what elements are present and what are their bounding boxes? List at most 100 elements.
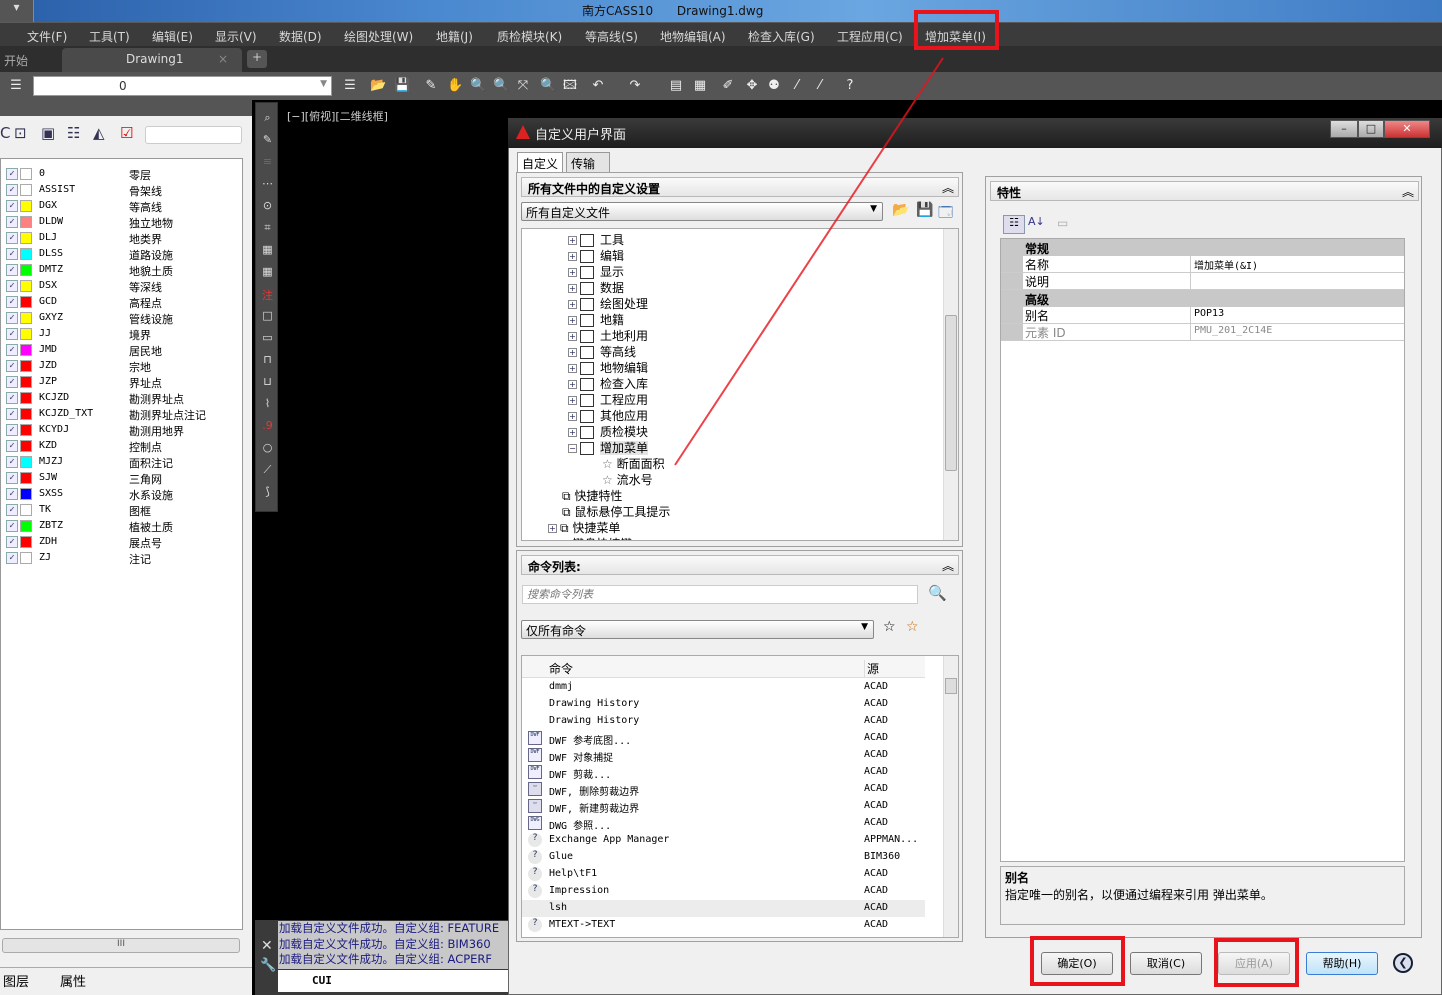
layer-row[interactable]: ✓ ASSIST 骨架线 bbox=[1, 182, 241, 198]
layer-search-input[interactable] bbox=[145, 126, 242, 144]
zoom-icon[interactable]: 🔍 bbox=[470, 78, 486, 94]
layer-row[interactable]: ✓ SXSS 水系设施 bbox=[1, 486, 241, 502]
tree-node[interactable]: + 其他应用 bbox=[568, 407, 648, 423]
tree-node[interactable]: + 绘图处理 bbox=[568, 295, 648, 311]
vertical-tool-icon[interactable]: ⊓ bbox=[259, 353, 276, 370]
vertical-tool-icon[interactable]: ⊔ bbox=[259, 375, 276, 392]
command-row[interactable]: ? MTEXT->TEXT ACAD bbox=[522, 917, 925, 934]
tree-node[interactable]: + 质检模块 bbox=[568, 423, 648, 439]
expand-icon[interactable]: + bbox=[568, 316, 577, 325]
layer-visible-checkbox[interactable]: ✓ bbox=[6, 264, 18, 276]
expand-icon[interactable]: + bbox=[568, 396, 577, 405]
layer-color-swatch[interactable] bbox=[20, 280, 32, 292]
layer-color-swatch[interactable] bbox=[20, 232, 32, 244]
vertical-tool-icon[interactable]: ⌕ bbox=[259, 111, 276, 128]
layer-row[interactable]: ✓ DLDW 独立地物 bbox=[1, 214, 241, 230]
wrench-icon[interactable]: 🔧 bbox=[260, 958, 276, 973]
command-row[interactable]: ? Glue BIM360 bbox=[522, 849, 925, 866]
expand-icon[interactable]: + bbox=[548, 524, 557, 533]
render-icon[interactable]: 🖾 bbox=[562, 78, 578, 94]
layer-row[interactable]: ✓ JJ 境界 bbox=[1, 326, 241, 342]
property-value[interactable]: 增加菜单(&I) bbox=[1194, 257, 1258, 272]
search-icon[interactable]: 🔍 bbox=[928, 584, 947, 602]
collapse-icon[interactable]: ︽ bbox=[1402, 183, 1414, 200]
tab-customize[interactable]: 自定义 bbox=[517, 152, 564, 172]
vertical-tool-icon[interactable]: ⌇ bbox=[259, 397, 276, 414]
layer-visible-checkbox[interactable]: ✓ bbox=[6, 232, 18, 244]
layer-row[interactable]: ✓ JZP 界址点 bbox=[1, 374, 241, 390]
vertical-tool-icon[interactable]: ⟆ bbox=[259, 485, 276, 502]
menu-item[interactable]: 数据(D) bbox=[279, 28, 322, 45]
tab-drawing1[interactable]: Drawing1 bbox=[62, 48, 242, 72]
layer-visible-checkbox[interactable]: ✓ bbox=[6, 520, 18, 532]
layer-visible-checkbox[interactable]: ✓ bbox=[6, 472, 18, 484]
layer-color-swatch[interactable] bbox=[20, 296, 32, 308]
layer-color-swatch[interactable] bbox=[20, 424, 32, 436]
command-row[interactable]: DWG DWG 参照... ACAD bbox=[522, 815, 925, 832]
menu-item[interactable]: 显示(V) bbox=[215, 28, 257, 45]
command-row[interactable]: DWF DWF 剪裁... ACAD bbox=[522, 764, 925, 781]
category-advanced[interactable]: 高级 bbox=[1001, 290, 1404, 307]
layer-row[interactable]: ✓ KZD 控制点 bbox=[1, 438, 241, 454]
quick-access-menu[interactable]: ▾ bbox=[0, 0, 34, 22]
layer-color-swatch[interactable] bbox=[20, 248, 32, 260]
close-button[interactable]: ✕ bbox=[1384, 120, 1430, 138]
layer-color-swatch[interactable] bbox=[20, 392, 32, 404]
layer-row[interactable]: ✓ ZBTZ 植被土质 bbox=[1, 518, 241, 534]
vertical-tool-icon[interactable]: ▭ bbox=[259, 331, 276, 348]
close-tab-icon[interactable]: × bbox=[218, 52, 228, 66]
layer-props-icon[interactable]: ☷ bbox=[67, 124, 80, 142]
tree-node[interactable]: + 工程应用 bbox=[568, 391, 648, 407]
layer-dropdown[interactable]: 0 ▼ bbox=[33, 76, 332, 96]
vertical-tool-icon[interactable]: ⟋ bbox=[259, 463, 276, 480]
redo-icon[interactable]: ↷ bbox=[627, 78, 643, 94]
command-row[interactable]: lsh ACAD bbox=[522, 900, 925, 917]
layer-visible-checkbox[interactable]: ✓ bbox=[6, 552, 18, 564]
column-command[interactable]: 命令 bbox=[549, 660, 573, 677]
layer-visible-checkbox[interactable]: ✓ bbox=[6, 248, 18, 260]
property-alias[interactable]: 别名 POP13 bbox=[1001, 307, 1404, 324]
layer-row[interactable]: ✓ DGX 等高线 bbox=[1, 198, 241, 214]
tree-node[interactable]: + 工具 bbox=[568, 231, 624, 247]
layer-color-swatch[interactable] bbox=[20, 456, 32, 468]
save-icon[interactable]: 💾 bbox=[916, 202, 933, 218]
layer-row[interactable]: ✓ ZDH 展点号 bbox=[1, 534, 241, 550]
layer-row[interactable]: ✓ MJZJ 面积注记 bbox=[1, 454, 241, 470]
layer-visible-checkbox[interactable]: ✓ bbox=[6, 408, 18, 420]
vertical-tool-icon[interactable]: ✎ bbox=[259, 133, 276, 150]
layer-color-swatch[interactable] bbox=[20, 504, 32, 516]
help-button[interactable]: 帮助(H) bbox=[1306, 952, 1378, 975]
save-as-icon[interactable]: 🗔 bbox=[938, 202, 953, 226]
menu-item[interactable]: 质检模块(K) bbox=[497, 28, 562, 45]
layer-visible-checkbox[interactable]: ✓ bbox=[6, 376, 18, 388]
new-tab-button[interactable]: + bbox=[247, 50, 267, 68]
layer-row[interactable]: ✓ KCYDJ 勘测用地界 bbox=[1, 422, 241, 438]
layer-visible-checkbox[interactable]: ✓ bbox=[6, 296, 18, 308]
vertical-tool-icon[interactable]: ⊙ bbox=[259, 199, 276, 216]
property-pages-icon[interactable]: ▭ bbox=[1057, 216, 1068, 230]
expand-icon[interactable]: + bbox=[568, 412, 577, 421]
layer-color-swatch[interactable] bbox=[20, 264, 32, 276]
menu-item[interactable]: 文件(F) bbox=[27, 28, 67, 45]
maximize-button[interactable]: □ bbox=[1358, 120, 1384, 138]
vertical-tool-icon[interactable]: ≡ bbox=[259, 155, 276, 172]
open-file-icon[interactable]: 📂 bbox=[892, 202, 909, 218]
tree-node[interactable]: ☆ 流水号 bbox=[602, 471, 653, 487]
vertical-tool-icon[interactable]: .9 bbox=[259, 419, 276, 436]
layer-row[interactable]: ✓ TK 图框 bbox=[1, 502, 241, 518]
help-icon[interactable]: ? bbox=[842, 78, 858, 94]
layer-visible-checkbox[interactable]: ✓ bbox=[6, 392, 18, 404]
layer-row[interactable]: ✓ GXYZ 管线设施 bbox=[1, 310, 241, 326]
layer-row[interactable]: ✓ KCJZD 勘测界址点 bbox=[1, 390, 241, 406]
collapse-icon[interactable]: ︽ bbox=[942, 557, 954, 574]
command-filter-select[interactable]: 仅所有命令 ▼ bbox=[521, 620, 874, 639]
layer-color-swatch[interactable] bbox=[20, 312, 32, 324]
layer-color-swatch[interactable] bbox=[20, 168, 32, 180]
layer-row[interactable]: ✓ SJW 三角网 bbox=[1, 470, 241, 486]
expand-icon[interactable]: + bbox=[568, 348, 577, 357]
tree-scrollbar[interactable] bbox=[943, 229, 958, 540]
tree-node[interactable]: − 增加菜单 bbox=[568, 439, 649, 455]
menu-item[interactable]: 绘图处理(W) bbox=[344, 28, 413, 45]
layer-color-swatch[interactable] bbox=[20, 200, 32, 212]
line2-icon[interactable]: ⁄ bbox=[812, 78, 828, 94]
